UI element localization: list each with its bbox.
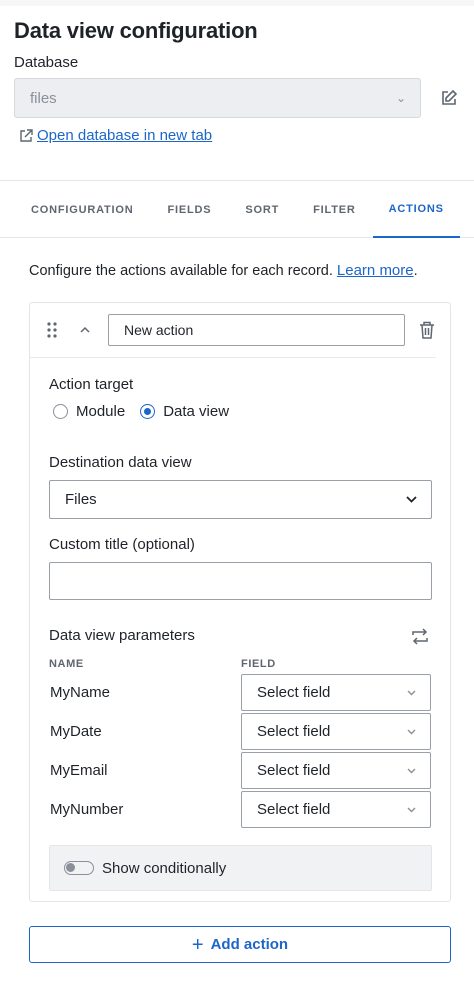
param-name: MyDate (50, 723, 102, 740)
swap-icon[interactable] (411, 627, 429, 645)
destination-value: Files (65, 491, 97, 508)
header: Data view configuration Database files ⌄… (0, 6, 474, 144)
param-field-value: Select field (257, 762, 331, 779)
tab-fields[interactable]: FIELDS (150, 181, 228, 238)
add-action-button[interactable]: + Add action (29, 926, 451, 963)
add-action-label: Add action (210, 936, 289, 953)
edit-icon (442, 89, 458, 105)
tab-bar: CONFIGURATION FIELDS SORT FILTER ACTIONS (0, 181, 474, 238)
actions-intro: Configure the actions available for each… (0, 238, 474, 280)
chevron-down-icon (407, 729, 416, 734)
database-label: Database (14, 54, 79, 71)
params-list: MyName Select field MyDate Select field … (49, 673, 431, 829)
param-field-select[interactable]: Select field (241, 791, 431, 828)
param-field-select[interactable]: Select field (241, 713, 431, 750)
drag-handle-icon[interactable] (30, 322, 74, 338)
custom-title-input[interactable] (49, 562, 432, 600)
destination-label: Destination data view (49, 454, 192, 471)
radio-module-label: Module (76, 403, 126, 420)
param-field-value: Select field (257, 801, 331, 818)
param-row: MyName Select field (49, 673, 431, 712)
tab-configuration[interactable]: CONFIGURATION (14, 181, 150, 238)
show-conditionally-toggle[interactable] (64, 861, 94, 875)
open-database-link[interactable]: Open database in new tab (37, 127, 212, 144)
param-row: MyDate Select field (49, 712, 431, 751)
radio-data-view-label: Data view (163, 403, 230, 420)
destination-select[interactable]: Files (49, 480, 432, 519)
param-field-select[interactable]: Select field (241, 752, 431, 789)
chevron-down-icon (407, 690, 416, 695)
show-conditionally-label: Show conditionally (102, 859, 227, 877)
action-name-input[interactable]: New action (108, 314, 405, 346)
param-name: MyNumber (50, 801, 124, 818)
database-select[interactable]: files ⌄ (14, 78, 422, 118)
trash-icon[interactable] (419, 321, 435, 339)
action-target-options: Module Data view (49, 403, 431, 420)
action-card-header: New action (30, 303, 436, 358)
chevron-down-icon: ⌄ (396, 91, 407, 105)
params-label: Data view parameters (49, 627, 195, 644)
tab-sort[interactable]: SORT (228, 181, 296, 238)
col-field-header: FIELD (241, 658, 276, 670)
external-link-icon (19, 128, 33, 143)
show-conditionally-box: Show conditionally (49, 845, 432, 891)
param-row: MyEmail Select field (49, 751, 431, 790)
param-name: MyName (50, 684, 111, 701)
col-name-header: NAME (49, 658, 84, 670)
param-name: MyEmail (50, 762, 108, 779)
radio-module[interactable] (53, 404, 68, 419)
param-field-value: Select field (257, 723, 331, 740)
tab-filter[interactable]: FILTER (296, 181, 372, 238)
database-value: files (30, 89, 57, 107)
plus-icon: + (191, 933, 204, 956)
param-row: MyNumber Select field (49, 790, 431, 829)
chevron-up-icon[interactable] (74, 326, 96, 334)
action-target-label: Action target (49, 376, 134, 393)
param-field-select[interactable]: Select field (241, 674, 431, 711)
param-field-value: Select field (257, 684, 331, 701)
learn-more-link[interactable]: Learn more (337, 262, 414, 279)
chevron-down-icon (407, 768, 416, 773)
action-card: New action Action target Module Data vie… (29, 302, 451, 902)
custom-title-label: Custom title (optional) (49, 536, 195, 553)
tab-actions[interactable]: ACTIONS (372, 181, 460, 238)
page-title: Data view configuration (14, 18, 258, 43)
intro-text: Configure the actions available for each… (29, 263, 337, 279)
radio-data-view[interactable] (140, 404, 156, 419)
chevron-down-icon (407, 807, 416, 812)
chevron-down-icon (406, 496, 417, 503)
edit-database-button[interactable] (438, 87, 460, 109)
intro-period: . (413, 263, 418, 279)
params-column-headers: NAME FIELD (49, 658, 431, 670)
